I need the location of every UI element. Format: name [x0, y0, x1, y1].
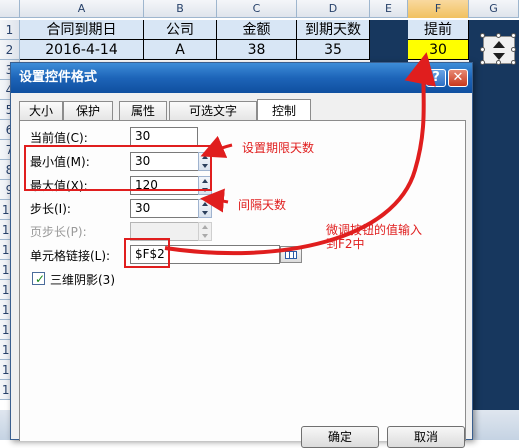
annotation-limit-days: 设置期限天数 [242, 141, 315, 155]
spin-down-arrow-icon[interactable] [493, 53, 505, 60]
tab-alt-text[interactable]: 可选文字 [169, 101, 257, 121]
resize-handle[interactable] [480, 33, 485, 38]
help-button[interactable]: ? [426, 69, 446, 87]
increment-spinner[interactable] [198, 199, 212, 218]
cell-f2[interactable]: 30 [408, 40, 469, 60]
resize-handle[interactable] [480, 47, 485, 52]
cell-d2[interactable]: 35 [297, 40, 370, 60]
resize-handle[interactable] [511, 60, 516, 65]
column-header-a[interactable]: A [20, 0, 144, 18]
page-change-label: 页步长(P): [30, 225, 87, 239]
column-header-e[interactable]: E [370, 0, 408, 18]
spin-down-icon[interactable] [202, 211, 208, 215]
page-change-spinner [198, 222, 212, 241]
cell-c1[interactable]: 金额 [217, 20, 297, 40]
cell-link-highlight-box [124, 238, 170, 268]
column-header-b[interactable]: B [144, 0, 217, 18]
3d-shading-label: 三维阴影(3) [50, 273, 115, 287]
min-max-highlight-box [24, 145, 212, 191]
current-value-label: 当前值(C): [30, 131, 88, 145]
cell-b2[interactable]: A [144, 40, 217, 60]
cell-d1[interactable]: 到期天数 [297, 20, 370, 40]
dialog-titlebar[interactable]: 设置控件格式 [11, 63, 472, 93]
tab-size[interactable]: 大小 [19, 101, 63, 121]
column-header-d[interactable]: D [297, 0, 370, 18]
tab-properties[interactable]: 属性 [119, 101, 167, 121]
resize-handle[interactable] [511, 47, 516, 52]
column-header-corner[interactable] [0, 0, 20, 18]
increment-label: 步长(I): [30, 202, 71, 216]
3d-shading-checkbox[interactable]: ✓ [32, 272, 46, 286]
column-header-c[interactable]: C [217, 0, 297, 18]
row-header[interactable]: 1 [0, 20, 20, 40]
check-icon: ✓ [35, 272, 46, 286]
spin-up-icon [202, 225, 208, 229]
spin-button-control[interactable] [480, 33, 516, 65]
row-header[interactable]: 2 [0, 40, 20, 60]
cell-b1[interactable]: 公司 [144, 20, 217, 40]
cell-f1[interactable]: 提前 [408, 20, 469, 40]
column-header-g[interactable]: G [469, 0, 519, 18]
dark-fill-area [468, 64, 519, 410]
resize-handle[interactable] [496, 60, 501, 65]
column-header-f[interactable]: F [408, 0, 469, 18]
annotation-interval-days: 间隔天数 [238, 198, 287, 212]
cell-e1[interactable] [370, 20, 408, 64]
resize-handle[interactable] [496, 33, 501, 38]
range-select-button[interactable] [280, 246, 302, 263]
range-select-icon [285, 251, 297, 259]
increment-input[interactable]: 30 [130, 199, 200, 218]
tab-control[interactable]: 控制 [257, 99, 311, 122]
resize-handle[interactable] [480, 60, 485, 65]
cancel-button[interactable]: 取消 [387, 426, 465, 448]
control-tab-panel: 当前值(C): 30 最小值(M): 30 最大值(X): 120 步长(I):… [19, 120, 466, 441]
cell-link-label: 单元格链接(L): [30, 249, 111, 263]
spin-up-icon[interactable] [202, 202, 208, 206]
current-value-input[interactable]: 30 [130, 127, 198, 146]
cell-c2[interactable]: 38 [217, 40, 297, 60]
tab-protection[interactable]: 保护 [63, 101, 113, 121]
spin-up-arrow-icon[interactable] [493, 41, 505, 48]
annotation-link-note-line2: 到F2中 [326, 237, 365, 251]
close-button[interactable]: ✕ [448, 69, 468, 87]
cell-a2[interactable]: 2016-4-14 [20, 40, 144, 60]
ok-button[interactable]: 确定 [301, 426, 379, 448]
column-header-row: A B C D E F G [0, 0, 519, 18]
cell-a1[interactable]: 合同到期日 [20, 20, 144, 40]
dialog-title: 设置控件格式 [19, 70, 98, 85]
resize-handle[interactable] [511, 33, 516, 38]
spin-down-icon [202, 234, 208, 238]
format-control-dialog: 设置控件格式 ? ✕ 大小 保护 属性 可选文字 控制 当前值(C): 30 最… [10, 62, 473, 448]
